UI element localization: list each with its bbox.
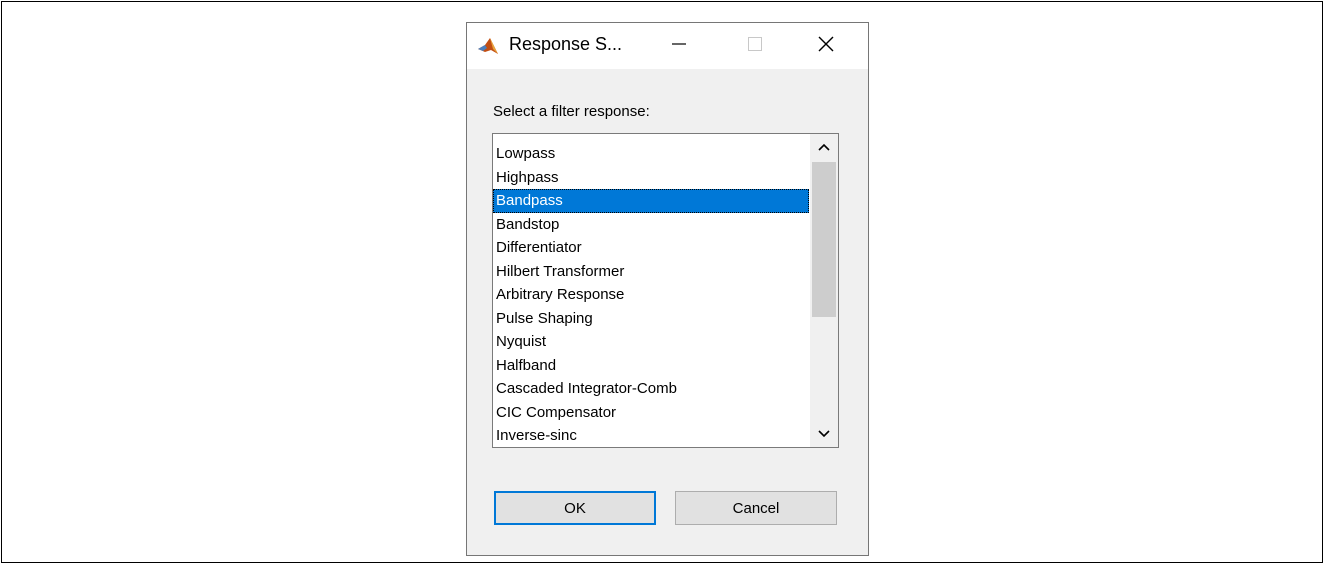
list-item[interactable]: Differentiator — [493, 236, 809, 260]
scroll-down-button[interactable] — [810, 421, 838, 447]
chevron-down-icon — [818, 425, 830, 443]
list-item[interactable]: Lowpass — [493, 142, 809, 166]
chevron-up-icon — [818, 138, 830, 156]
list-item[interactable]: Hilbert Transformer — [493, 260, 809, 284]
list-item[interactable]: CIC Compensator — [493, 401, 809, 425]
close-button[interactable] — [802, 23, 850, 69]
scroll-up-button[interactable] — [810, 134, 838, 160]
list-item[interactable]: Inverse-sinc — [493, 424, 809, 447]
window-title: Response S... — [509, 34, 623, 54]
list-item[interactable]: Pulse Shaping — [493, 307, 809, 331]
close-icon — [817, 35, 835, 58]
list-item[interactable]: Bandstop — [493, 213, 809, 237]
ok-button[interactable]: OK — [494, 491, 656, 525]
filter-response-listbox[interactable]: Lowpass Highpass Bandpass Bandstop Diffe… — [492, 133, 839, 448]
scrollbar-thumb[interactable] — [812, 162, 836, 317]
minimize-button[interactable] — [655, 23, 703, 69]
maximize-icon — [747, 36, 763, 57]
list-item[interactable]: Halfband — [493, 354, 809, 378]
screenshot-frame: Response S... Select a filter response: … — [1, 1, 1323, 563]
list-item[interactable]: Cascaded Integrator-Comb — [493, 377, 809, 401]
vertical-scrollbar[interactable] — [810, 134, 838, 447]
list-item[interactable]: Nyquist — [493, 330, 809, 354]
list-item[interactable]: Arbitrary Response — [493, 283, 809, 307]
title-bar[interactable]: Response S... — [467, 23, 868, 69]
response-selection-dialog: Response S... Select a filter response: … — [466, 22, 869, 556]
maximize-button — [731, 23, 779, 69]
minimize-icon — [671, 36, 687, 57]
list-item-selected[interactable]: Bandpass — [493, 189, 809, 213]
prompt-label: Select a filter response: — [493, 103, 650, 120]
list-item[interactable]: Highpass — [493, 166, 809, 190]
cancel-button[interactable]: Cancel — [675, 491, 837, 525]
matlab-logo-icon — [477, 35, 499, 57]
list-items: Lowpass Highpass Bandpass Bandstop Diffe… — [493, 142, 809, 447]
